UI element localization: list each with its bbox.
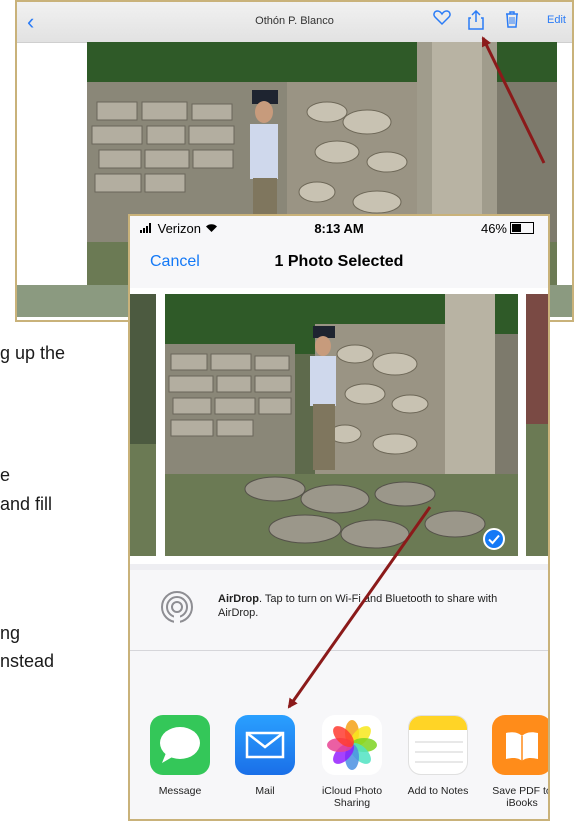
share-sheet-screenshot: Verizon 8:13 AM 46% Cancel 1 Photo Selec… bbox=[128, 214, 550, 821]
share-app-icloud-photo-sharing[interactable]: iCloud Photo Sharing bbox=[308, 715, 396, 809]
share-nav-bar: Cancel 1 Photo Selected bbox=[130, 240, 548, 289]
share-icon[interactable] bbox=[465, 9, 487, 32]
doc-text-line: and fill bbox=[0, 494, 53, 514]
ibooks-icon[interactable] bbox=[492, 715, 548, 775]
notes-icon[interactable] bbox=[408, 715, 468, 775]
share-app-row: Message Mail iCloud Photo Sharing Add to… bbox=[130, 650, 550, 819]
share-app-add-to-notes[interactable]: Add to Notes bbox=[394, 715, 482, 797]
photos-icon[interactable] bbox=[322, 715, 382, 775]
airdrop-hint: . Tap to turn on Wi-Fi and Bluetooth to … bbox=[218, 593, 498, 619]
airdrop-icon bbox=[161, 591, 193, 624]
heart-icon[interactable] bbox=[431, 10, 453, 32]
selected-photo[interactable] bbox=[165, 294, 518, 556]
photos-nav-bar: ‹ Othón P. Blanco Edit bbox=[17, 2, 572, 43]
selected-checkmark-icon[interactable] bbox=[483, 528, 505, 550]
messages-icon[interactable] bbox=[150, 715, 210, 775]
previous-photo-thumbnail[interactable] bbox=[130, 294, 156, 556]
doc-text-line: ng bbox=[0, 623, 21, 643]
airdrop-section[interactable]: AirDrop. Tap to turn on Wi-Fi and Blueto… bbox=[130, 570, 548, 650]
photo-carousel[interactable] bbox=[130, 288, 548, 564]
battery-icon bbox=[510, 222, 534, 234]
next-photo-thumbnail[interactable] bbox=[526, 294, 550, 556]
airdrop-description: AirDrop. Tap to turn on Wi-Fi and Blueto… bbox=[218, 592, 538, 620]
trash-icon[interactable] bbox=[501, 10, 523, 32]
app-label: iCloud Photo Sharing bbox=[321, 785, 383, 809]
battery-label: 46% bbox=[481, 221, 534, 236]
doc-text-line: nstead bbox=[0, 651, 55, 671]
share-app-save-pdf-to-ibooks[interactable]: Save PDF to iBooks bbox=[478, 715, 550, 809]
airdrop-label: AirDrop bbox=[218, 593, 259, 605]
status-bar: Verizon 8:13 AM 46% bbox=[130, 216, 548, 240]
photos-title: Othón P. Blanco bbox=[255, 15, 334, 27]
app-label: Mail bbox=[255, 785, 275, 797]
app-label: Add to Notes bbox=[407, 785, 469, 797]
edit-button[interactable]: Edit bbox=[547, 14, 566, 26]
share-app-mail[interactable]: Mail bbox=[221, 715, 309, 797]
share-app-message[interactable]: Message bbox=[136, 715, 224, 797]
app-label: Save PDF to iBooks bbox=[492, 785, 550, 809]
mail-icon[interactable] bbox=[235, 715, 295, 775]
doc-text-line: g up the bbox=[0, 343, 66, 363]
doc-text-line: e bbox=[0, 465, 11, 485]
share-title: 1 Photo Selected bbox=[274, 253, 404, 270]
app-label: Message bbox=[158, 785, 202, 797]
